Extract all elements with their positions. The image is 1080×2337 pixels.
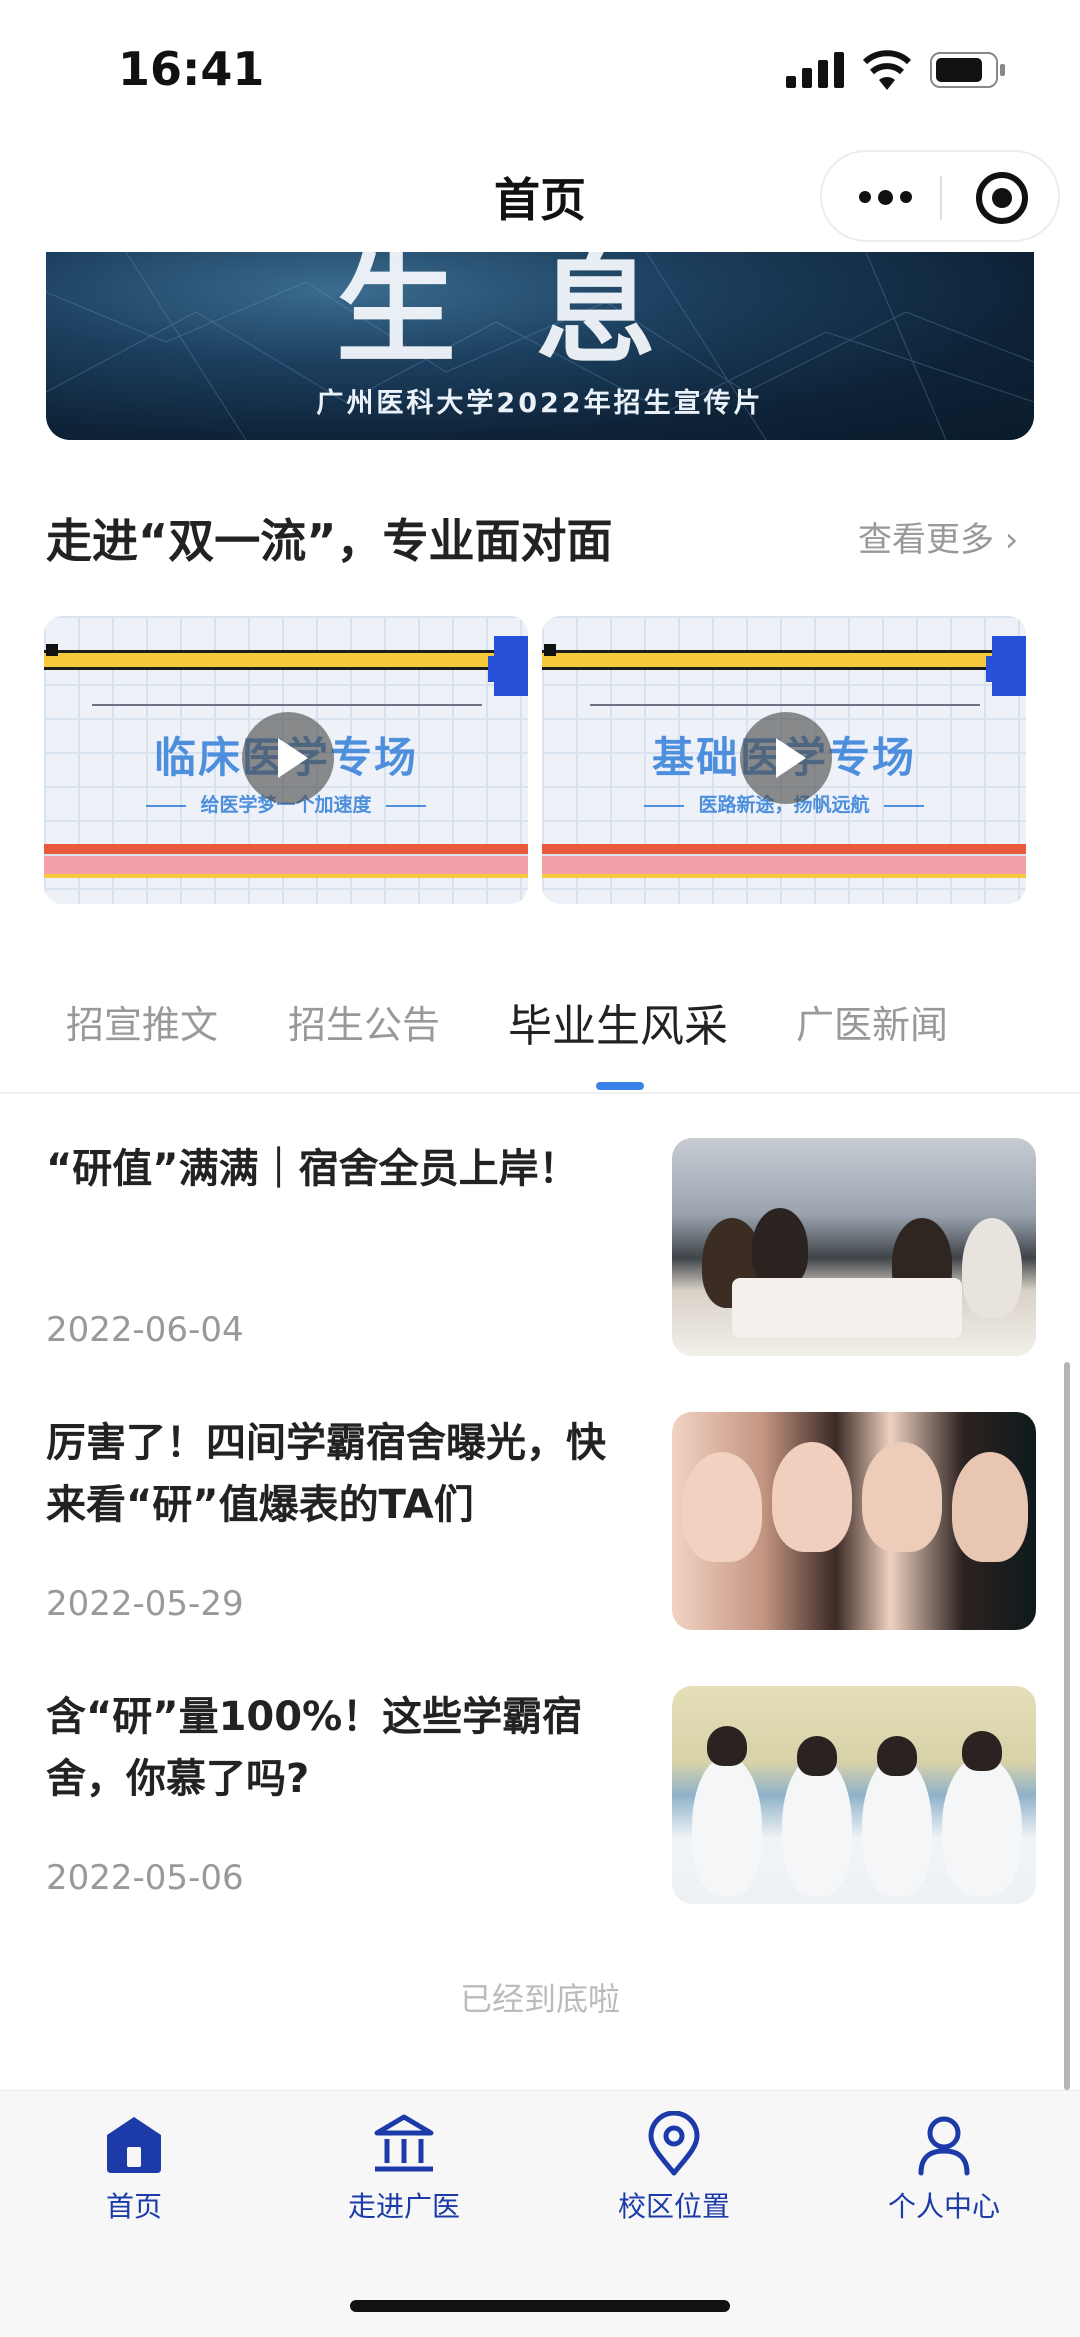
list-item[interactable]: 含“研”量100%！这些学霸宿舍，你慕了吗? 2022-05-06 (0, 1686, 1080, 1916)
article-date: 2022-05-06 (46, 1858, 244, 1898)
view-more-link[interactable]: 查看更多 › (858, 512, 1018, 561)
tabbar-label: 个人中心 (887, 2190, 1000, 2223)
tab-promo-articles[interactable]: 招宣推文 (66, 994, 218, 1049)
card-decoration (488, 656, 508, 682)
battery-icon (930, 52, 1005, 88)
wifi-icon (862, 50, 912, 90)
tabbar-item-profile[interactable]: 个人中心 (854, 2111, 1034, 2225)
card-decoration (46, 644, 58, 656)
tabbar-item-home[interactable]: 首页 (44, 2111, 224, 2225)
capsule-divider (940, 176, 942, 220)
article-date: 2022-06-04 (46, 1310, 244, 1350)
status-time: 16:41 (118, 42, 265, 96)
list-item[interactable]: 厉害了！四间学霸宿舍曝光，快来看“研”值爆表的TA们 2022-05-29 (0, 1412, 1080, 1642)
card-decoration (542, 856, 1026, 874)
location-icon (648, 2111, 700, 2176)
status-bar: 16:41 (0, 0, 1080, 140)
tab-admission-notices[interactable]: 招生公告 (288, 994, 440, 1049)
person-icon (918, 2116, 970, 2176)
article-title: 含“研”量100%！这些学霸宿舍，你慕了吗? (46, 1694, 583, 1802)
active-tab-indicator (596, 1082, 644, 1090)
banner[interactable]: 生息 广州医科大学2022年招生宣传片 (46, 252, 1034, 440)
card-decoration (542, 844, 1026, 854)
list-item[interactable]: “研值”满满｜宿舍全员上岸！ 2022-06-04 (0, 1138, 1080, 1368)
home-icon (107, 2117, 161, 2173)
tabbar-item-location[interactable]: 校区位置 (584, 2111, 764, 2225)
article-thumbnail (672, 1412, 1036, 1630)
mini-program-capsule (820, 150, 1060, 242)
card-decoration (44, 856, 528, 874)
card-decoration (986, 656, 1006, 682)
article-date: 2022-05-29 (46, 1584, 244, 1624)
play-icon[interactable] (242, 712, 334, 804)
article-thumbnail (672, 1138, 1036, 1356)
banner-big-text: 生息 (336, 252, 736, 380)
tab-graduates[interactable]: 毕业生风采 (508, 990, 728, 1054)
article-thumbnail (672, 1686, 1036, 1904)
tabbar-item-about[interactable]: 走进广医 (314, 2111, 494, 2225)
category-tabs: 招宣推文 招生公告 毕业生风采 广医新闻 (0, 980, 1080, 1094)
article-title: “研值”满满｜宿舍全员上岸！ (46, 1146, 579, 1192)
card-decoration (542, 650, 1012, 670)
video-card-basic[interactable]: 基础医学专场 医路新途，扬帆远航 (542, 616, 1026, 904)
card-decoration (544, 644, 556, 656)
tabbar-label: 首页 (105, 2190, 162, 2223)
section-title: 走进“双一流”，专业面对面 (46, 514, 613, 568)
tabbar-label: 校区位置 (617, 2190, 730, 2223)
end-of-list-text: 已经到底啦 (459, 1980, 620, 2018)
nav-bar: 首页 (0, 140, 1080, 252)
video-card-clinical[interactable]: 临床医学专场 给医学梦一个加速度 (44, 616, 528, 904)
tabbar-label: 走进广医 (347, 2190, 460, 2223)
home-indicator (350, 2300, 730, 2312)
banner-subtitle: 广州医科大学2022年招生宣传片 (316, 388, 764, 419)
card-decoration (44, 844, 528, 854)
article-title: 厉害了！四间学霸宿舍曝光，快来看“研”值爆表的TA们 (46, 1420, 606, 1528)
building-icon (374, 2114, 434, 2172)
scrollbar[interactable] (1064, 1362, 1070, 2090)
card-decoration (92, 704, 482, 706)
tab-news[interactable]: 广医新闻 (796, 994, 948, 1049)
close-icon[interactable] (976, 172, 1028, 224)
signal-icon (786, 52, 844, 88)
card-decoration (590, 704, 980, 706)
card-decoration (44, 650, 514, 670)
more-icon[interactable] (850, 174, 920, 220)
card-decoration (542, 874, 1026, 878)
play-icon[interactable] (740, 712, 832, 804)
card-decoration (44, 874, 528, 878)
